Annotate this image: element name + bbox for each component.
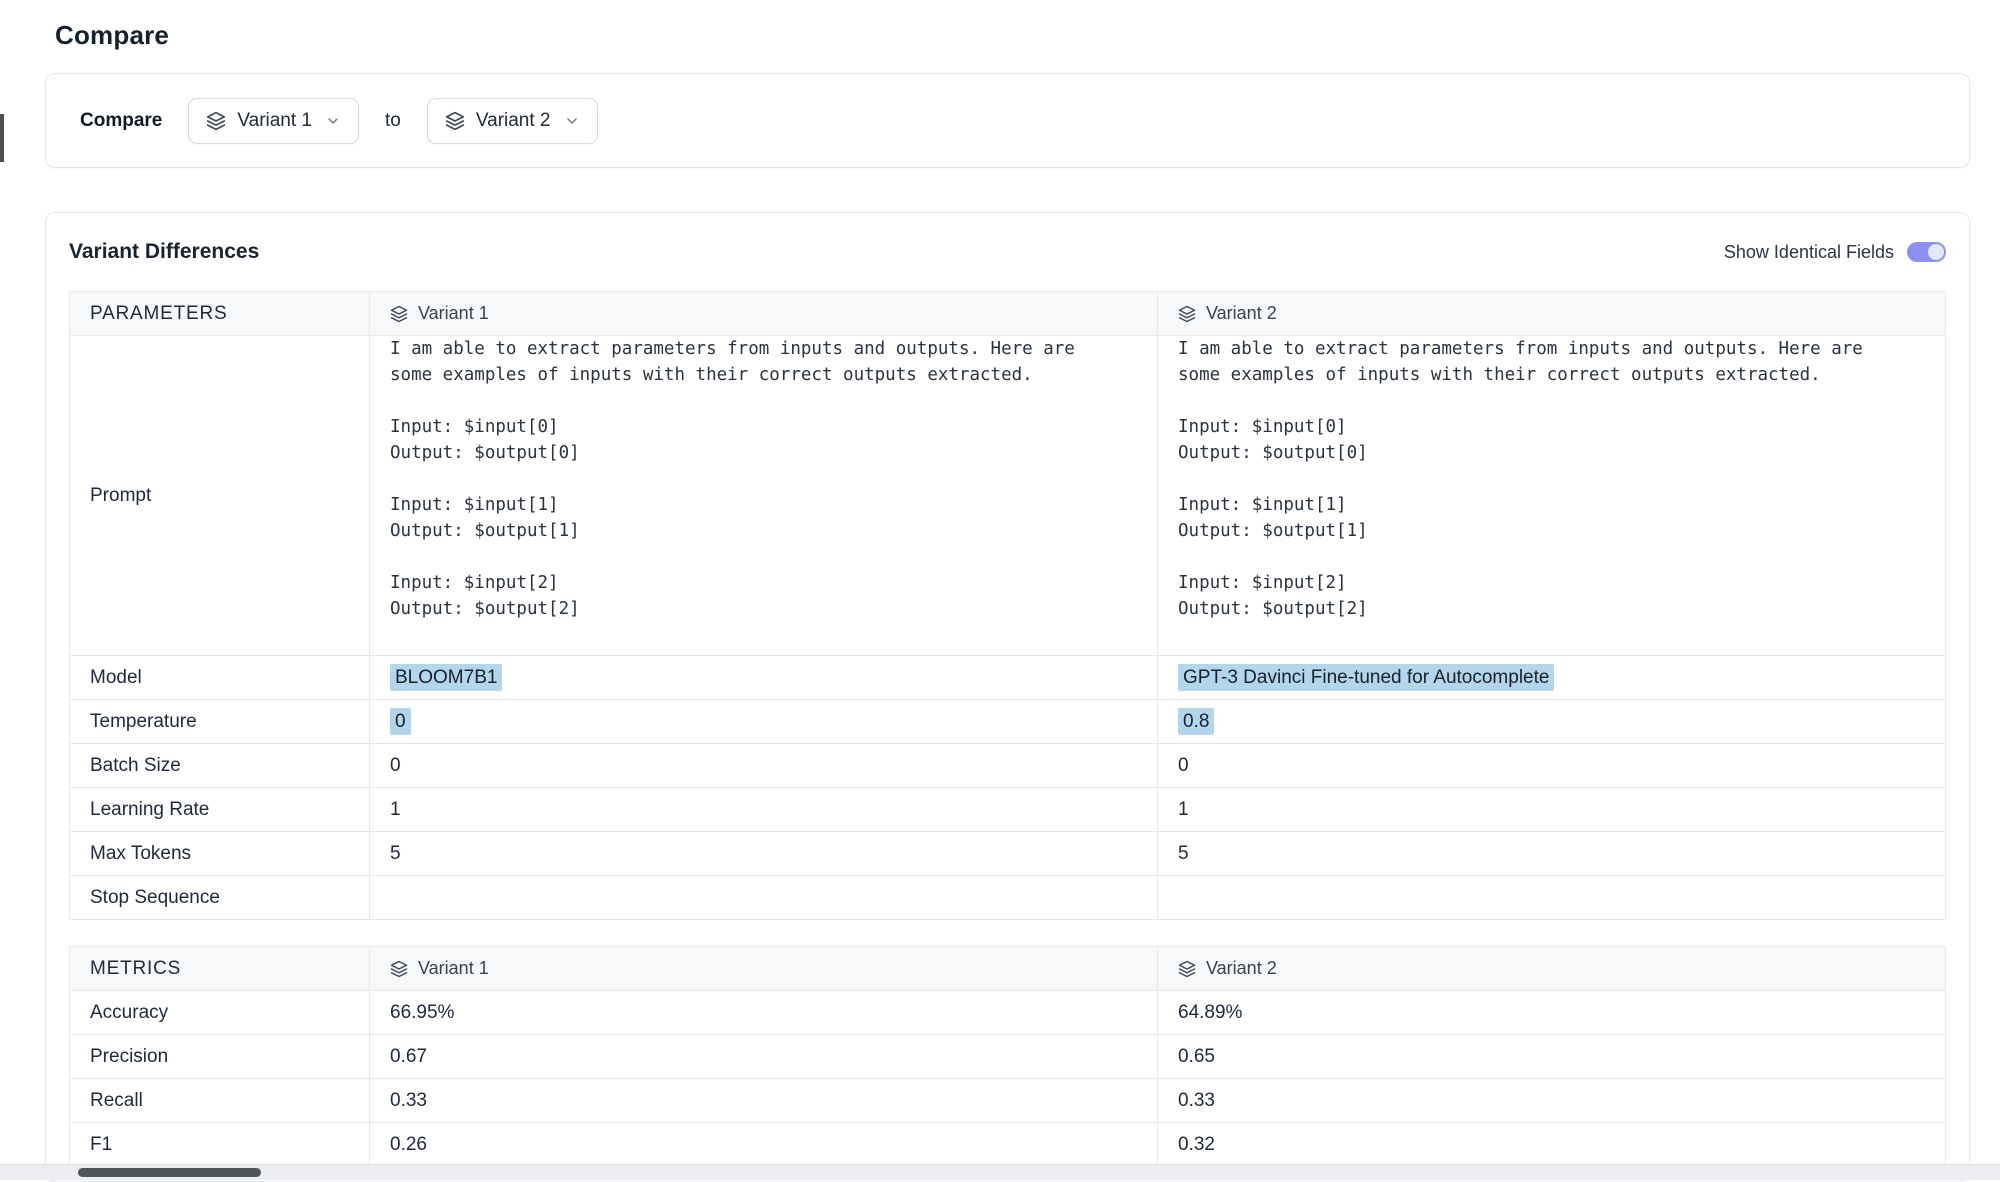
table-row-accuracy: Accuracy 66.95% 64.89% [70, 991, 1946, 1035]
parameters-table: PARAMETERS Variant 1 Variant 2 [69, 291, 1946, 920]
row-label: Temperature [70, 700, 370, 744]
row-label: Max Tokens [70, 832, 370, 876]
panel-title: Variant Differences [69, 240, 259, 264]
variant1-dropdown-label: Variant 1 [237, 110, 312, 132]
variant1-column-header: Variant 1 [370, 292, 1158, 336]
row-label: Model [70, 656, 370, 700]
variant2-value: GPT-3 Davinci Fine-tuned for Autocomplet… [1158, 656, 1946, 700]
table-row-stop-sequence: Stop Sequence [70, 876, 1946, 920]
variant2-column-header: Variant 2 [1158, 292, 1946, 336]
prompt-text: I am able to extract parameters from inp… [390, 336, 1137, 622]
horizontal-scrollbar-thumb[interactable] [78, 1168, 261, 1177]
layers-icon [1178, 305, 1196, 323]
variant2-prompt-cell: I am able to extract parameters from inp… [1158, 336, 1946, 656]
table-row-model: Model BLOOM7B1 GPT-3 Davinci Fine-tuned … [70, 656, 1946, 700]
variant1-value: 0 [370, 700, 1158, 744]
row-label: Batch Size [70, 744, 370, 788]
compare-label: Compare [80, 110, 162, 132]
layers-icon [1178, 960, 1196, 978]
parameters-section-header: PARAMETERS [70, 292, 370, 336]
show-identical-fields-toggle[interactable] [1907, 242, 1946, 262]
show-identical-fields-label: Show Identical Fields [1724, 242, 1894, 263]
row-label: Stop Sequence [70, 876, 370, 920]
variant2-value: 0.8 [1158, 700, 1946, 744]
table-row-temperature: Temperature 0 0.8 [70, 700, 1946, 744]
variant2-value: 64.89% [1158, 991, 1946, 1035]
layers-icon [445, 111, 465, 131]
scroll-position-tick [0, 114, 4, 162]
variant1-column-header: Variant 1 [370, 947, 1158, 991]
variant2-value: 0.65 [1158, 1035, 1946, 1079]
parameters-header-row: PARAMETERS Variant 1 Variant 2 [70, 292, 1946, 336]
metrics-table: METRICS Variant 1 Variant 2 [69, 946, 1946, 1167]
diff-highlighted-value: BLOOM7B1 [390, 664, 502, 691]
layers-icon [206, 111, 226, 131]
diff-highlighted-value: 0 [390, 708, 411, 735]
chevron-down-icon [325, 113, 341, 129]
variant2-dropdown-label: Variant 2 [476, 110, 551, 132]
variant2-header-label: Variant 2 [1206, 958, 1277, 979]
horizontal-scrollbar [0, 1164, 2000, 1180]
row-label: Precision [70, 1035, 370, 1079]
variant-differences-panel: Variant Differences Show Identical Field… [45, 212, 1970, 1182]
variant1-value: 0 [370, 744, 1158, 788]
panel-header: Variant Differences Show Identical Field… [69, 213, 1946, 291]
variant1-value: 66.95% [370, 991, 1158, 1035]
row-label: Recall [70, 1079, 370, 1123]
diff-highlighted-value: GPT-3 Davinci Fine-tuned for Autocomplet… [1178, 664, 1554, 691]
row-label: Accuracy [70, 991, 370, 1035]
toggle-knob [1928, 244, 1944, 260]
to-label: to [385, 110, 401, 132]
diff-highlighted-value: 0.8 [1178, 708, 1214, 735]
layers-icon [390, 960, 408, 978]
variant2-header-label: Variant 2 [1206, 303, 1277, 324]
table-spacer [69, 920, 1946, 946]
variant2-value [1158, 876, 1946, 920]
variant1-header-label: Variant 1 [418, 958, 489, 979]
variant1-value: 0.67 [370, 1035, 1158, 1079]
prompt-text: I am able to extract parameters from inp… [1178, 336, 1925, 622]
row-label: Prompt [70, 336, 370, 656]
table-row-recall: Recall 0.33 0.33 [70, 1079, 1946, 1123]
table-row-learning-rate: Learning Rate 1 1 [70, 788, 1946, 832]
chevron-down-icon [564, 113, 580, 129]
variant1-value: BLOOM7B1 [370, 656, 1158, 700]
page: Compare Compare Variant 1 to Variant 2 [0, 20, 2000, 1182]
metrics-section-header: METRICS [70, 947, 370, 991]
variant1-value: 0.33 [370, 1079, 1158, 1123]
table-row-prompt: Prompt I am able to extract parameters f… [70, 336, 1946, 656]
variant1-header-label: Variant 1 [418, 303, 489, 324]
page-title: Compare [55, 20, 1970, 51]
metrics-header-row: METRICS Variant 1 Variant 2 [70, 947, 1946, 991]
table-row-max-tokens: Max Tokens 5 5 [70, 832, 1946, 876]
variant2-column-header: Variant 2 [1158, 947, 1946, 991]
variant2-value: 1 [1158, 788, 1946, 832]
variant1-dropdown[interactable]: Variant 1 [188, 98, 359, 144]
toggle-group: Show Identical Fields [1724, 242, 1946, 263]
table-row-precision: Precision 0.67 0.65 [70, 1035, 1946, 1079]
variant1-value: 1 [370, 788, 1158, 832]
variant1-value: 5 [370, 832, 1158, 876]
variant1-prompt-cell: I am able to extract parameters from inp… [370, 336, 1158, 656]
variant2-dropdown[interactable]: Variant 2 [427, 98, 598, 144]
variant2-value: 0.33 [1158, 1079, 1946, 1123]
variant2-value: 5 [1158, 832, 1946, 876]
table-row-batch-size: Batch Size 0 0 [70, 744, 1946, 788]
row-label: Learning Rate [70, 788, 370, 832]
variant1-value [370, 876, 1158, 920]
compare-bar: Compare Variant 1 to Variant 2 [45, 73, 1970, 168]
variant2-value: 0 [1158, 744, 1946, 788]
layers-icon [390, 305, 408, 323]
